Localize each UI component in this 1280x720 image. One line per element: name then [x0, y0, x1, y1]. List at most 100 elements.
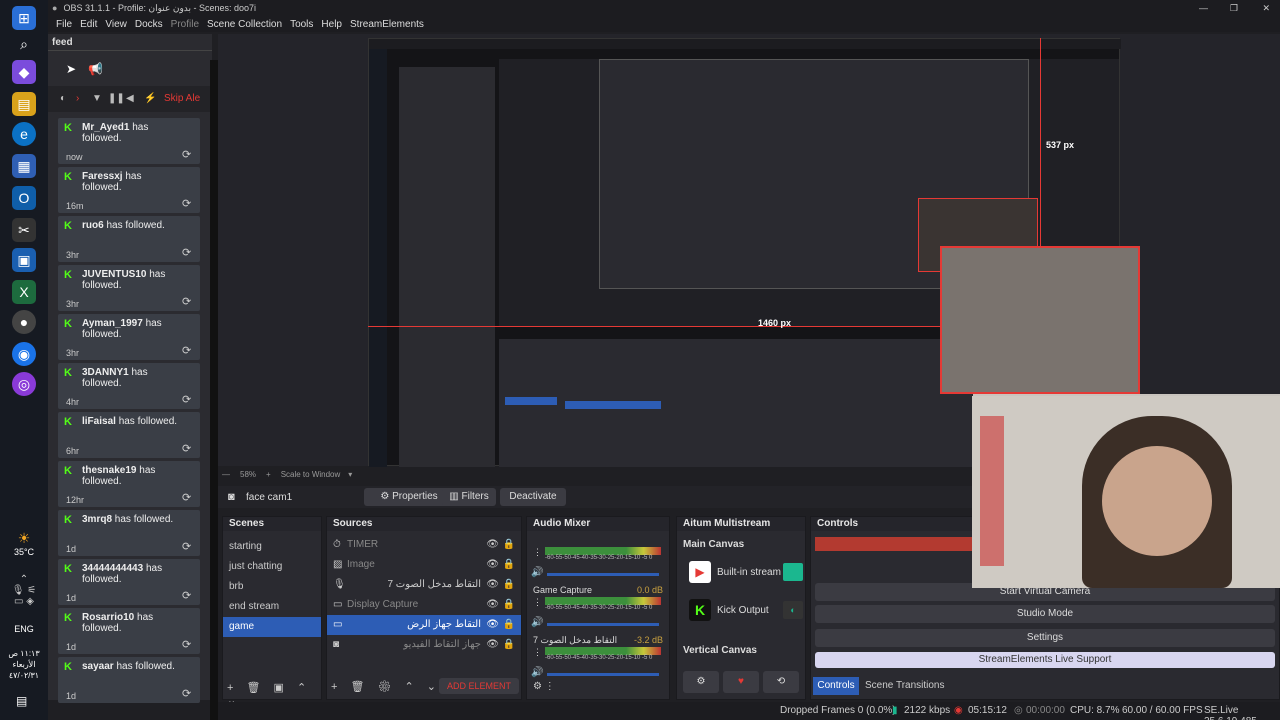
visibility-icon[interactable]: 👁 — [486, 555, 499, 575]
visibility-icon[interactable]: 👁 — [486, 535, 499, 555]
bolt-icon[interactable]: ⚡ — [144, 93, 156, 104]
copilot-icon[interactable]: ◆ — [12, 60, 36, 84]
capcut-icon[interactable]: ✂ — [12, 218, 36, 242]
speaker-icon[interactable]: 🔊 — [531, 567, 543, 578]
store-icon[interactable]: ▦ — [12, 154, 36, 178]
replay-icon[interactable]: ⟳ — [182, 540, 191, 553]
source-item[interactable]: ⏱ TIMER 👁 🔒 — [327, 535, 521, 555]
replay-icon[interactable]: ⟳ — [182, 589, 191, 602]
windows-start-icon[interactable]: ⊞ — [12, 6, 36, 30]
language-indicator[interactable]: ENG — [0, 624, 48, 634]
replay-icon[interactable]: ⟳ — [182, 344, 191, 357]
skip-alert-button[interactable]: Skip Ale — [164, 93, 200, 104]
edge-icon[interactable]: e — [12, 122, 36, 146]
zoom-controls[interactable]: —58% + Scale to Window ▾ — [222, 470, 352, 479]
multistream-settings-icon[interactable]: ⚙ — [683, 671, 719, 693]
multistream-refresh-icon[interactable]: ⟲ — [763, 671, 799, 693]
tab-controls[interactable]: Controls — [813, 677, 859, 695]
app-icon[interactable]: ▣ — [12, 248, 36, 272]
menu-docks[interactable]: Docks — [135, 19, 163, 30]
source-item[interactable]: 🎙 التقاط مدخل الصوت 7 👁 🔒 — [327, 575, 521, 595]
builtin-stream-toggle[interactable] — [783, 563, 803, 581]
close-icon[interactable]: ✕ — [1262, 3, 1270, 14]
replay-icon[interactable]: ⟳ — [182, 295, 191, 308]
lock-icon[interactable]: 🔒 — [503, 615, 515, 635]
menu-edit[interactable]: Edit — [80, 19, 97, 30]
menu-profile[interactable]: Profile — [171, 19, 199, 30]
minimize-icon[interactable]: — — [1199, 3, 1208, 13]
replay-icon[interactable]: ⟳ — [182, 197, 191, 210]
tab-scene-transitions[interactable]: Scene Transitions — [865, 677, 945, 695]
volume-slider[interactable] — [547, 573, 659, 576]
visibility-icon[interactable]: 👁 — [486, 635, 499, 655]
properties-button[interactable]: ⚙ Properties — [364, 488, 454, 506]
lock-icon[interactable]: 🔒 — [503, 555, 515, 575]
menu-file[interactable]: File — [56, 19, 72, 30]
replay-icon[interactable]: ⟳ — [182, 687, 191, 700]
kick-output-toggle[interactable]: ◐ — [783, 601, 803, 619]
add-element-button[interactable]: ADD ELEMENT — [439, 678, 519, 694]
source-item[interactable]: ◙ جهاز التقاط الفيديو 👁 🔒 — [327, 635, 521, 655]
menu-help[interactable]: Help — [321, 19, 342, 30]
replay-icon[interactable]: ⟳ — [182, 491, 191, 504]
app-icon-2[interactable]: ◎ — [12, 372, 36, 396]
lock-icon[interactable]: 🔒 — [503, 535, 515, 555]
track-menu-icon[interactable]: ⋮ — [533, 547, 542, 558]
chrome-icon[interactable]: ◉ — [12, 342, 36, 366]
scene-item[interactable]: end stream — [223, 597, 321, 617]
settings-button[interactable]: Settings — [815, 629, 1275, 647]
visibility-icon[interactable]: 👁 — [486, 615, 499, 635]
speaker-icon[interactable]: 🔊 — [531, 617, 543, 628]
visibility-icon[interactable]: 👁 — [486, 575, 499, 595]
filter-icon[interactable]: ▼ — [92, 93, 102, 104]
maximize-icon[interactable]: ❐ — [1230, 3, 1238, 14]
mute-icon[interactable]: ◀ — [126, 93, 134, 104]
replay-icon[interactable]: ⟳ — [182, 442, 191, 455]
start-streaming-button[interactable] — [815, 537, 975, 551]
notification-icon[interactable]: ▤ — [16, 694, 27, 708]
studio-mode-button[interactable]: Studio Mode — [815, 605, 1275, 623]
search-icon[interactable]: ⌕ — [12, 32, 36, 56]
menu-scene-collection[interactable]: Scene Collection — [207, 19, 282, 30]
volume-slider[interactable] — [547, 623, 659, 626]
source-item[interactable]: ▨ Image 👁 🔒 — [327, 555, 521, 575]
obs-icon[interactable]: ● — [12, 310, 36, 334]
weather-widget[interactable]: ☀ 35°C — [4, 530, 44, 557]
track-menu-icon[interactable]: ⋮ — [533, 647, 542, 658]
visibility-icon[interactable]: 👁 — [486, 595, 499, 615]
lock-icon[interactable]: 🔒 — [503, 635, 515, 655]
shield-icon[interactable]: ◐ — [60, 93, 66, 104]
volume-slider[interactable] — [547, 673, 659, 676]
scene-item[interactable]: brb — [223, 577, 321, 597]
scene-item[interactable]: game — [223, 617, 321, 637]
speaker-icon[interactable]: 🔊 — [531, 667, 543, 678]
replay-icon[interactable]: ⟳ — [182, 393, 191, 406]
mixer-settings-icon[interactable]: ⚙ ⋮ — [533, 681, 555, 692]
scene-item[interactable]: just chatting — [223, 557, 321, 577]
replay-icon[interactable]: ⟳ — [182, 246, 191, 259]
source-item[interactable]: ▭ التقاط جهاز الرض 👁 🔒 — [327, 615, 521, 635]
outlook-icon[interactable]: O — [12, 186, 36, 210]
file-explorer-icon[interactable]: ▤ — [12, 92, 36, 116]
send-icon[interactable]: ➤ — [66, 62, 76, 76]
menu-streamelements[interactable]: StreamElements — [350, 19, 424, 30]
megaphone-icon[interactable]: 📢 — [88, 62, 103, 76]
heart-icon[interactable]: ♥ — [723, 671, 759, 693]
pause-icon[interactable]: ❚❚ — [108, 93, 125, 104]
excel-icon[interactable]: X — [12, 280, 36, 304]
lock-icon[interactable]: 🔒 — [503, 575, 515, 595]
clock[interactable]: ١١:١٣ ص الأربعاء ٤٧/٠٢/٣١ — [0, 648, 48, 681]
replay-icon[interactable]: ⟳ — [182, 638, 191, 651]
deactivate-button[interactable]: Deactivate — [500, 488, 566, 506]
menu-view[interactable]: View — [105, 19, 127, 30]
filters-button[interactable]: ▥ Filters — [442, 488, 496, 506]
se-live-support-button[interactable]: StreamElements Live Support — [815, 652, 1275, 668]
menu-tools[interactable]: Tools — [290, 19, 313, 30]
track-menu-icon[interactable]: ⋮ — [533, 597, 542, 608]
replay-icon[interactable]: ⟳ — [182, 148, 191, 161]
source-item[interactable]: ▭ Display Capture 👁 🔒 — [327, 595, 521, 615]
source-controls[interactable]: + 🗑 ⚙ ⌃ ⌄ — [331, 680, 436, 693]
scene-item[interactable]: starting — [223, 537, 321, 557]
chevron-right-icon[interactable]: › — [76, 93, 79, 104]
lock-icon[interactable]: 🔒 — [503, 595, 515, 615]
